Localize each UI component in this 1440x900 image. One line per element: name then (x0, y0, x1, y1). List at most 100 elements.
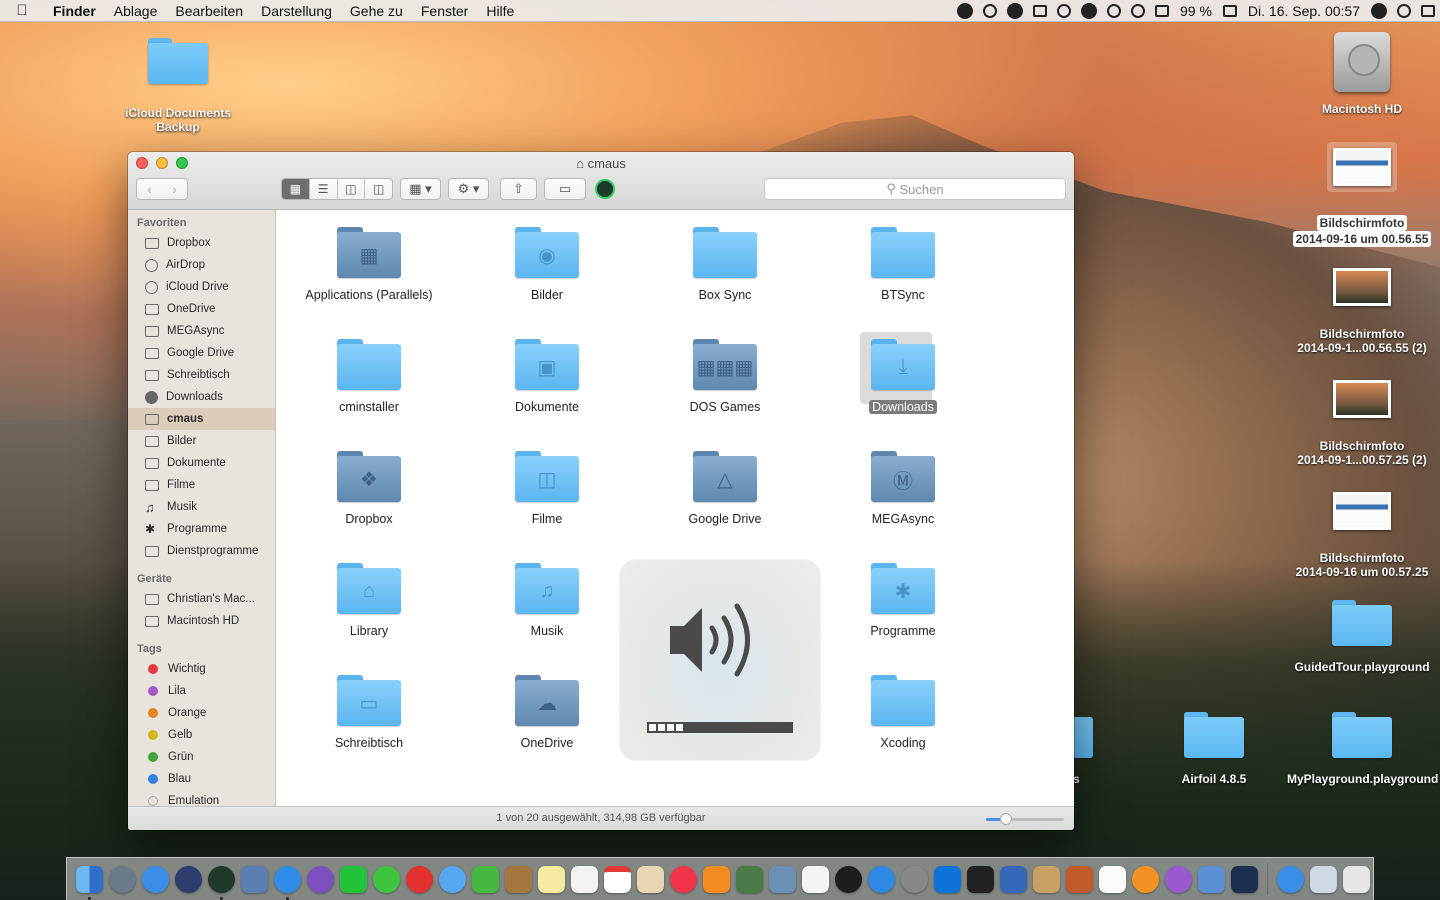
system-preferences-dock-icon[interactable] (901, 865, 928, 893)
sidebar-tag-gelb[interactable]: Gelb (128, 724, 275, 746)
sidebar-item-downloads[interactable]: Downloads (128, 386, 275, 408)
trash-dock-icon[interactable] (1343, 865, 1370, 893)
reminders-dock-icon[interactable] (571, 865, 598, 893)
wechat-dock-icon[interactable] (373, 865, 400, 893)
iphoto-dock-icon[interactable] (736, 865, 763, 893)
user-switch-icon[interactable] (1371, 3, 1387, 19)
time-machine-button[interactable] (593, 178, 617, 200)
screen-dock-icon[interactable] (1198, 865, 1225, 893)
sidebar-item-dropbox[interactable]: Dropbox (128, 232, 275, 254)
menu-bearbeiten[interactable]: Bearbeiten (166, 3, 252, 19)
image-capture-dock-icon[interactable] (769, 865, 796, 893)
spotlight-icon[interactable] (1397, 4, 1411, 18)
teamviewer-dock-icon[interactable] (934, 865, 961, 893)
list-view-button[interactable]: ☰ (310, 179, 338, 199)
notification-center-icon[interactable] (1421, 5, 1435, 17)
sidebar-item-megasync[interactable]: MEGAsync (128, 320, 275, 342)
desktop-guided-tour[interactable]: GuidedTour.playground (1287, 600, 1437, 674)
desktop-airfoil[interactable]: Airfoil 4.8.5 (1139, 712, 1289, 786)
sidebar-item-onedrive[interactable]: OneDrive (128, 298, 275, 320)
volume-status-icon[interactable] (1155, 5, 1169, 17)
file-box-sync[interactable]: Box Sync (636, 224, 814, 302)
file-btsync[interactable]: BTSync (814, 224, 992, 302)
user-status-icon[interactable] (1081, 3, 1097, 19)
sidebar-tag-emulation[interactable]: Emulation (128, 790, 275, 806)
alert-dock-icon[interactable] (1165, 865, 1192, 893)
ibooks-dock-icon[interactable] (703, 865, 730, 893)
sidebar-item-christians-mac[interactable]: Christian's Mac... (128, 588, 275, 610)
documents-stack-dock-icon[interactable] (1310, 865, 1337, 893)
back-button[interactable]: ‹ (137, 182, 162, 197)
file-dos-games[interactable]: ▦▦▦ DOS Games (636, 336, 814, 414)
desktop-screenshot-4[interactable]: Bildschirmfoto 2014-09-16 um 00.57.25 (1287, 492, 1437, 579)
tags-button[interactable]: ▭ (544, 178, 586, 200)
time-machine-status-icon[interactable] (1057, 4, 1071, 18)
desktop-macintosh-hd[interactable]: Macintosh HD (1287, 32, 1437, 116)
menu-fenster[interactable]: Fenster (412, 3, 477, 19)
column-view-button[interactable]: ◫ (338, 179, 366, 199)
sidebar-item-filme[interactable]: Filme (128, 474, 275, 496)
photos-dock-icon[interactable] (637, 865, 664, 893)
file-megasync[interactable]: Ⓜ MEGAsync (814, 448, 992, 526)
file-dropbox[interactable]: ❖ Dropbox (280, 448, 458, 526)
globe-status-icon[interactable] (983, 4, 997, 18)
desktop-screenshot-2[interactable]: Bildschirmfoto 2014-09-1...00.56.55 (2) (1287, 268, 1437, 355)
airfoil-dock-icon[interactable] (1066, 865, 1093, 893)
sidebar-item-programme[interactable]: ✱ Programme (128, 518, 275, 540)
file-musik[interactable]: ♫ Musik (458, 560, 636, 638)
file-dokumente[interactable]: ▣ Dokumente (458, 336, 636, 414)
sidebar-tag-wichtig[interactable]: Wichtig (128, 658, 275, 680)
help-dock-icon[interactable] (1132, 865, 1159, 893)
grid-app-dock-icon[interactable] (1099, 865, 1126, 893)
lock-status-icon[interactable] (1033, 5, 1047, 17)
arrange-button[interactable]: ▦ ▾ (400, 178, 441, 200)
desktop-screenshot-3[interactable]: Bildschirmfoto 2014-09-1...00.57.25 (2) (1287, 380, 1437, 467)
sidebar-item-cmaus[interactable]: cmaus (128, 408, 275, 430)
file-filme[interactable]: ◫ Filme (458, 448, 636, 526)
apple-menu-icon[interactable]:  (0, 2, 44, 19)
menu-app-name[interactable]: Finder (44, 3, 105, 19)
sidebar-tag-blau[interactable]: Blau (128, 768, 275, 790)
app-store-dock-icon[interactable] (142, 865, 169, 893)
twitter-dock-icon[interactable] (1000, 865, 1027, 893)
wifi-status-icon[interactable] (1131, 4, 1145, 18)
sidebar-item-musik[interactable]: ♫ Musik (128, 496, 275, 518)
downloads-stack-dock-icon[interactable] (1277, 865, 1304, 893)
file-schreibtisch[interactable]: ▭ Schreibtisch (280, 672, 458, 750)
desktop-screenshot-1[interactable]: Bildschirmfoto 2014-09-16 um 00.56.55 (1287, 142, 1437, 247)
file-cminstaller[interactable]: cminstaller (280, 336, 458, 414)
facetime-dock-icon[interactable] (472, 865, 499, 893)
sidebar-item-google-drive[interactable]: Google Drive (128, 342, 275, 364)
messages-dock-icon[interactable] (439, 865, 466, 893)
sidebar-item-dienstprogramme[interactable]: Dienstprogramme (128, 540, 275, 562)
share-button[interactable]: ⇧ (500, 178, 537, 200)
menu-darstellung[interactable]: Darstellung (252, 3, 341, 19)
sidebar-item-bilder[interactable]: Bilder (128, 430, 275, 452)
file-bilder[interactable]: ◉ Bilder (458, 224, 636, 302)
sidebar-tag-lila[interactable]: Lila (128, 680, 275, 702)
itunes-dock-icon[interactable] (670, 865, 697, 893)
search-field[interactable]: ⚲ Suchen (764, 178, 1066, 200)
menu-clock[interactable]: Di. 16. Sep. 00:57 (1242, 3, 1366, 19)
sidebar-tag-gruen[interactable]: Grün (128, 746, 275, 768)
archive-dock-icon[interactable] (1033, 865, 1060, 893)
menu-gehe-zu[interactable]: Gehe zu (341, 3, 412, 19)
file-google-drive[interactable]: △ Google Drive (636, 448, 814, 526)
sidebar-item-icloud-drive[interactable]: iCloud Drive (128, 276, 275, 298)
file-library[interactable]: ⌂ Library (280, 560, 458, 638)
sidebar-tag-orange[interactable]: Orange (128, 702, 275, 724)
forward-button[interactable]: › (162, 182, 187, 197)
finder-dock-icon[interactable] (76, 865, 103, 900)
safari-dock-icon[interactable] (274, 865, 301, 900)
menu-ablage[interactable]: Ablage (105, 3, 167, 19)
bluetooth-status-icon[interactable] (1107, 4, 1121, 18)
file-onedrive[interactable]: ☁ OneDrive (458, 672, 636, 750)
sidebar-item-schreibtisch[interactable]: Schreibtisch (128, 364, 275, 386)
sidebar-item-airdrop[interactable]: AirDrop (128, 254, 275, 276)
calendar-dock-icon[interactable] (604, 865, 631, 893)
quicksilver-dock-icon[interactable] (868, 865, 895, 893)
preview-dock-icon[interactable] (241, 865, 268, 893)
launchpad-dock-icon[interactable] (109, 865, 136, 893)
viber-dock-icon[interactable] (307, 865, 334, 893)
desktop-myplayground[interactable]: MyPlayground.playground (1287, 712, 1438, 786)
